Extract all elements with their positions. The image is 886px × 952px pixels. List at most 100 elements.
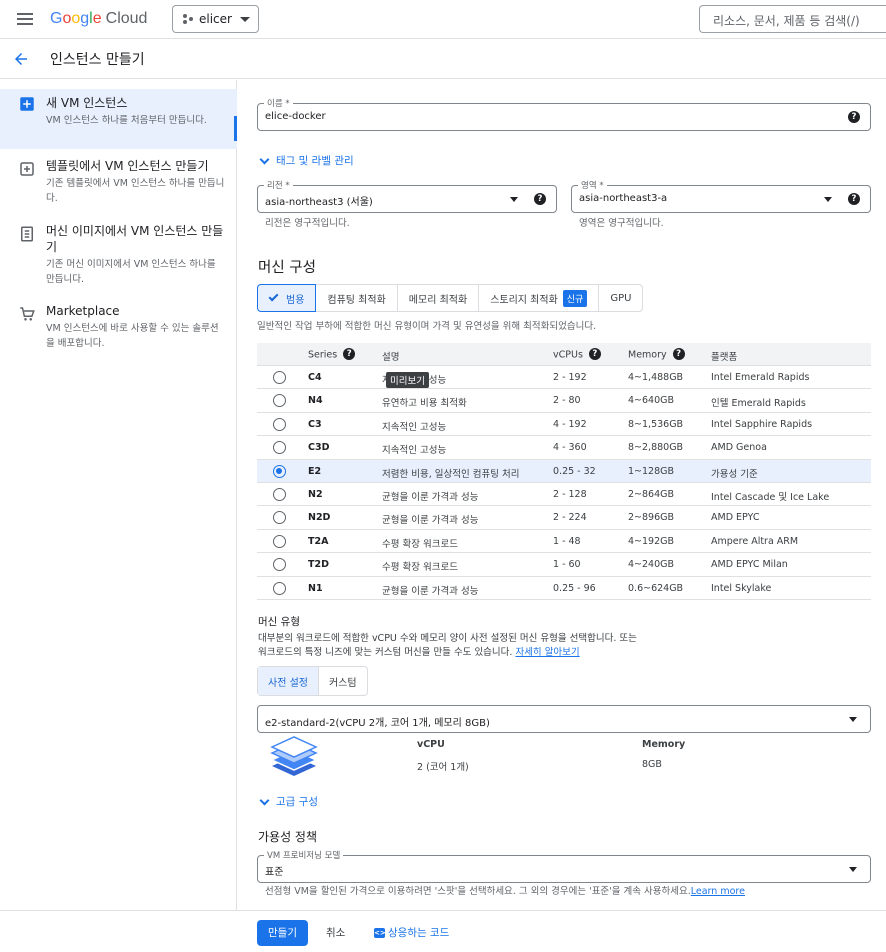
- column-header-vcpus: vCPUs?: [553, 348, 601, 361]
- template-icon: [20, 162, 34, 176]
- radio-button[interactable]: [273, 558, 286, 572]
- cell-series: N1: [308, 582, 323, 594]
- logo-letter: o: [71, 10, 81, 27]
- vcpu-label: vCPU: [417, 739, 445, 750]
- cell-series: E2: [308, 465, 322, 477]
- table-row[interactable]: T2A 수평 확장 워크로드 1 - 48 4~192GB Ampere Altra A…: [257, 530, 871, 554]
- radio-button[interactable]: [273, 394, 286, 408]
- table-row[interactable]: N2 균형을 이룬 가격과 성능 2 - 128 2~864GB Intel Casca…: [257, 483, 871, 507]
- help-icon[interactable]: ?: [848, 193, 860, 205]
- google-cloud-logo[interactable]: Google Cloud: [50, 10, 147, 28]
- dropdown-caret-icon: [510, 197, 518, 202]
- page-title: 인스턴스 만들기: [50, 52, 145, 68]
- cell-desc: 지속적인 고성능: [382, 421, 447, 433]
- radio-button[interactable]: [273, 511, 286, 525]
- tab-general-purpose[interactable]: 범용: [257, 284, 317, 312]
- radio-button[interactable]: [273, 371, 286, 384]
- equivalent-code-button[interactable]: <> 상응하는 코드: [374, 925, 449, 940]
- cell-desc: 균형을 이룬 가격과 성능: [382, 491, 479, 503]
- cell-memory: 4~192GB: [628, 535, 675, 547]
- provisioning-model-label: VM 프로비저닝 모델: [264, 849, 344, 861]
- cell-desc: 균형을 이룬 가격과 성능: [382, 585, 479, 597]
- name-label: 이름 *: [264, 97, 293, 109]
- cell-platform: Ampere Altra ARM: [711, 535, 799, 547]
- table-row[interactable]: N4 유연하고 비용 최적화 2 - 80 4~640GB 인텔 Emerald Rap…: [257, 389, 871, 413]
- tab-label: 스토리지 최적화: [490, 294, 558, 306]
- preset-button[interactable]: 사전 설정: [258, 667, 319, 695]
- create-button[interactable]: 만들기: [257, 920, 308, 946]
- table-row[interactable]: T2D 수평 확장 워크로드 1 - 60 4~240GB AMD EPYC Milan: [257, 553, 871, 577]
- custom-button[interactable]: 커스텀: [319, 667, 367, 695]
- column-header-desc: 설명: [382, 352, 400, 363]
- table-header: Series? 설명 vCPUs? Memory? 플랫폼: [257, 343, 871, 366]
- project-icon: [183, 14, 193, 24]
- menu-icon[interactable]: [17, 13, 33, 25]
- cell-platform: AMD Genoa: [711, 442, 767, 454]
- machine-family-tabs: 범용 컴퓨팅 최적화 메모리 최적화 스토리지 최적화 신규 GPU: [257, 284, 644, 312]
- project-selector[interactable]: elicer: [172, 5, 259, 33]
- page-header: 인스턴스 만들기: [0, 39, 886, 79]
- cell-vcpus: 2 - 80: [553, 395, 581, 407]
- cell-series: C4: [308, 372, 322, 383]
- zone-select[interactable]: 영역 * asia-northeast3-a ?: [571, 179, 871, 213]
- region-hint: 리전은 영구적입니다.: [265, 218, 350, 229]
- radio-button[interactable]: [273, 534, 286, 548]
- radio-button[interactable]: [273, 581, 286, 595]
- cell-platform: 인텔 Emerald Rapids: [711, 398, 806, 410]
- help-icon[interactable]: ?: [343, 348, 356, 360]
- tab-label: 컴퓨팅 최적화: [327, 294, 386, 306]
- tab-compute-optimized[interactable]: 컴퓨팅 최적화: [316, 285, 398, 311]
- table-row[interactable]: C3 지속적인 고성능 4 - 192 8~1,536GB Intel Sapphire…: [257, 413, 871, 437]
- tab-memory-optimized[interactable]: 메모리 최적화: [398, 285, 480, 311]
- region-value: asia-northeast3 (서울): [265, 197, 373, 208]
- column-header-series: Series?: [308, 348, 356, 361]
- sidebar-item-desc: 기존 템플릿에서 VM 인스턴스 하나를 만듭니다.: [46, 178, 225, 204]
- name-value: elice-docker: [265, 111, 326, 122]
- help-icon[interactable]: ?: [534, 193, 546, 205]
- table-row[interactable]: C3D 지속적인 고성능 4 - 360 8~2,880GB AMD Genoa: [257, 436, 871, 460]
- sidebar-item-marketplace[interactable]: Marketplace VM 인스턴스에 바로 사용할 수 있는 솔루션을 배포…: [0, 303, 237, 353]
- help-icon[interactable]: ?: [588, 348, 601, 360]
- sidebar-item-from-machine-image[interactable]: 머신 이미지에서 VM 인스턴스 만들기 기존 머신 이미지에서 VM 인스턴스…: [0, 223, 237, 289]
- search-input[interactable]: 리소스, 문서, 제품 등 검색(/): [699, 5, 886, 33]
- name-field[interactable]: 이름 * elice-docker ?: [257, 97, 871, 131]
- region-select[interactable]: 리전 * asia-northeast3 (서울) ?: [257, 179, 557, 213]
- labels-toggle[interactable]: 태그 및 라벨 관리: [258, 153, 354, 168]
- cancel-button[interactable]: 취소: [326, 925, 345, 940]
- sidebar: 새 VM 인스턴스 VM 인스턴스 하나를 처음부터 만듭니다. 템플릿에서 V…: [0, 80, 237, 910]
- memory-label: Memory: [642, 739, 686, 750]
- radio-button[interactable]: [273, 417, 286, 431]
- labels-toggle-label: 태그 및 라벨 관리: [276, 155, 354, 167]
- action-bar: 만들기 취소 <> 상응하는 코드: [0, 910, 886, 952]
- cell-desc: 유연하고 비용 최적화: [382, 398, 467, 410]
- zone-label: 영역 *: [578, 179, 607, 191]
- help-icon[interactable]: ?: [672, 348, 685, 360]
- sidebar-item-from-template[interactable]: 템플릿에서 VM 인스턴스 만들기 기존 템플릿에서 VM 인스턴스 하나를 만…: [0, 158, 237, 210]
- machine-type-title: 머신 유형: [258, 616, 300, 628]
- radio-button[interactable]: [273, 464, 286, 478]
- cell-vcpus: 1 - 60: [553, 559, 581, 571]
- tab-storage-optimized[interactable]: 스토리지 최적화 신규: [479, 285, 600, 311]
- cell-desc: 수평 확장 워크로드: [382, 562, 458, 574]
- table-row[interactable]: E2 저렴한 비용, 일상적인 컴퓨팅 처리 0.25 - 32 1~128GB 가용성…: [257, 459, 871, 483]
- cell-desc: 수평 확장 워크로드: [382, 538, 458, 550]
- table-row[interactable]: C4지속적인 고성능2 - 1924~1,488GBIntel Emerald …: [257, 366, 871, 390]
- advanced-config-toggle[interactable]: 고급 구성: [258, 794, 318, 809]
- provisioning-model-select[interactable]: VM 프로비저닝 모델 표준: [257, 849, 871, 883]
- help-icon[interactable]: ?: [848, 111, 860, 123]
- sidebar-item-new-vm[interactable]: 새 VM 인스턴스 VM 인스턴스 하나를 처음부터 만듭니다.: [0, 89, 237, 149]
- table-row[interactable]: N2D 균형을 이룬 가격과 성능 2 - 224 2~896GB AMD EPYC: [257, 506, 871, 530]
- tab-gpu[interactable]: GPU: [599, 285, 642, 311]
- radio-button[interactable]: [273, 487, 286, 501]
- learn-more-link[interactable]: Learn more: [691, 886, 745, 897]
- machine-type-select[interactable]: e2-standard-2(vCPU 2개, 코어 1개, 메모리 8GB): [257, 705, 871, 733]
- back-arrow-icon[interactable]: [12, 50, 30, 68]
- cell-series: C3: [308, 418, 322, 430]
- availability-hint-text: 선점형 VM을 할인된 가격으로 이용하려면 '스팟'을 선택하세요. 그 외의…: [265, 886, 691, 897]
- learn-more-link[interactable]: 자세히 알아보기: [515, 647, 579, 658]
- table-row[interactable]: N1 균형을 이룬 가격과 성능 0.25 - 96 0.6~624GB Intel S…: [257, 577, 871, 600]
- cell-memory: 0.6~624GB: [628, 582, 684, 594]
- logo-cloud-text: Cloud: [105, 10, 148, 27]
- machine-type-desc-2: 워크로드의 특정 니즈에 맞는 커스텀 머신을 만들 수도 있습니다. 자세히 …: [258, 645, 580, 660]
- radio-button[interactable]: [273, 441, 286, 455]
